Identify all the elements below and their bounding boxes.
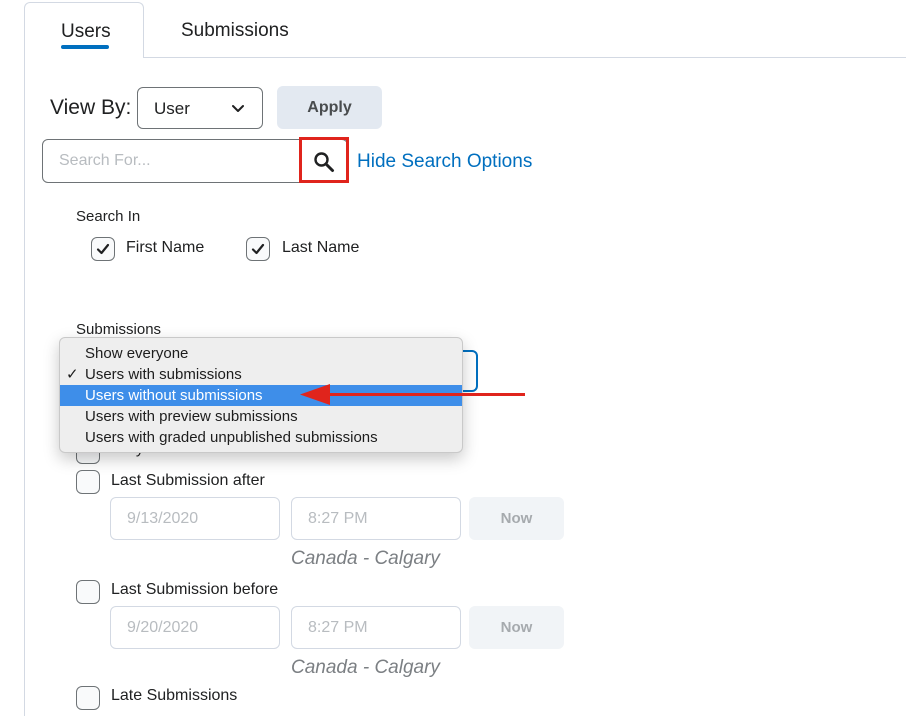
view-by-select[interactable]: User [137,87,263,129]
dropdown-option-show-everyone[interactable]: Show everyone [60,343,462,364]
annotation-arrow-line [326,393,525,396]
last-before-date-input[interactable]: 9/20/2020 [110,606,280,649]
view-by-label: View By: [50,96,132,119]
last-before-time-input[interactable]: 8:27 PM [291,606,461,649]
first-name-label: First Name [126,239,205,256]
dropdown-option-users-with-graded-unpublished[interactable]: Users with graded unpublished submission… [60,427,462,448]
checkmark-icon [251,243,265,255]
last-after-timezone: Canada - Calgary [291,548,440,569]
search-input[interactable] [44,141,309,181]
tab-users[interactable]: Users [24,2,144,58]
search-in-label: Search In [76,208,141,225]
view-by-selected-value: User [154,99,190,118]
check-icon: ✓ [66,366,79,383]
last-before-timezone: Canada - Calgary [291,657,440,678]
apply-button[interactable]: Apply [277,86,382,129]
arrow-left-icon [300,384,330,405]
late-submissions-label: Late Submissions [111,687,238,704]
last-name-label: Last Name [282,239,360,256]
option-label: Users with submissions [85,366,242,383]
tab-submissions[interactable]: Submissions [181,20,289,42]
checkmark-icon [96,243,110,255]
tab-active-indicator [61,45,109,49]
option-label: Show everyone [85,345,189,362]
tabs-divider [24,57,906,58]
last-after-label: Last Submission after [111,472,265,489]
panel-left-border [24,57,25,716]
last-after-time-input[interactable]: 8:27 PM [291,497,461,540]
dropdown-option-users-with-preview-submissions[interactable]: Users with preview submissions [60,406,462,427]
first-name-checkbox[interactable] [91,237,115,261]
last-before-label: Last Submission before [111,581,279,598]
submissions-label: Submissions [76,321,162,338]
option-label: Users without submissions [85,387,263,404]
last-after-checkbox[interactable] [76,470,100,494]
last-before-now-button[interactable]: Now [469,606,564,649]
dropdown-option-users-with-submissions[interactable]: ✓ Users with submissions [60,364,462,385]
tab-users-label: Users [61,21,111,42]
last-after-now-button[interactable]: Now [469,497,564,540]
last-name-checkbox[interactable] [246,237,270,261]
hide-search-options-link[interactable]: Hide Search Options [357,151,532,173]
late-submissions-checkbox[interactable] [76,686,100,710]
last-before-checkbox[interactable] [76,580,100,604]
option-label: Users with preview submissions [85,408,298,425]
search-icon[interactable] [313,151,335,173]
chevron-down-icon [232,105,244,112]
option-label: Users with graded unpublished submission… [85,429,378,446]
last-after-date-input[interactable]: 9/13/2020 [110,497,280,540]
